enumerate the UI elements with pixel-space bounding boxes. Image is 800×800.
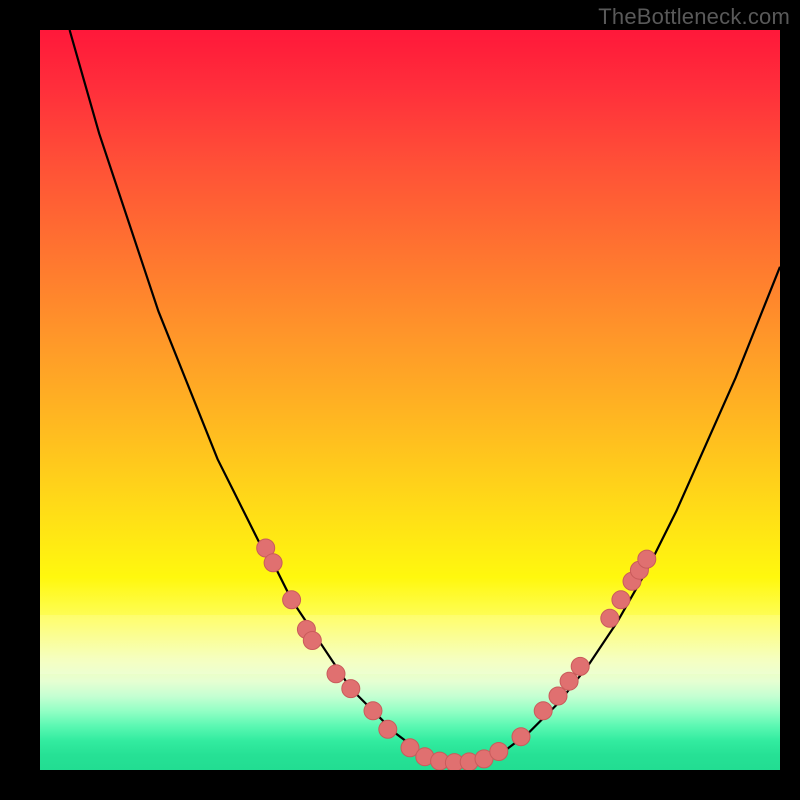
data-marker (264, 554, 282, 572)
data-marker (327, 665, 345, 683)
data-marker (623, 572, 641, 590)
data-marker (638, 550, 656, 568)
data-marker (549, 687, 567, 705)
curve-layer (40, 30, 780, 770)
data-marker (297, 620, 315, 638)
data-marker (534, 702, 552, 720)
data-marker (416, 748, 434, 766)
data-marker (257, 539, 275, 557)
chart-frame: TheBottleneck.com (0, 0, 800, 800)
data-marker (612, 591, 630, 609)
highlight-band (40, 615, 780, 674)
bottleneck-curve (70, 30, 780, 763)
data-marker (630, 561, 648, 579)
data-marker (431, 752, 449, 770)
watermark-text: TheBottleneck.com (598, 4, 790, 30)
data-marker (560, 672, 578, 690)
data-marker (364, 702, 382, 720)
data-marker (490, 743, 508, 761)
data-marker (445, 754, 463, 770)
data-marker (512, 728, 530, 746)
data-marker (283, 591, 301, 609)
data-marker (401, 739, 419, 757)
data-marker (460, 753, 478, 770)
data-marker (601, 609, 619, 627)
data-marker (571, 657, 589, 675)
data-marker (342, 680, 360, 698)
data-markers (257, 539, 656, 770)
data-marker (303, 632, 321, 650)
data-marker (475, 750, 493, 768)
plot-area (40, 30, 780, 770)
data-marker (379, 720, 397, 738)
